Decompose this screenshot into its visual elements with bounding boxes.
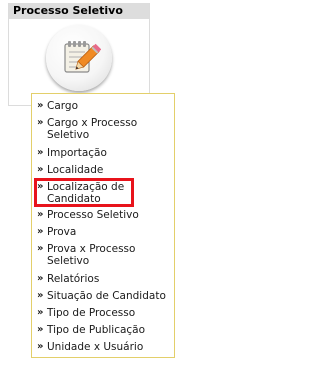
menu-item-label: Situação de Candidato [47, 290, 166, 302]
menu-item-label: Unidade x Usuário [47, 341, 144, 353]
menu-item-label: Tipo de Publicação [47, 324, 146, 336]
bullet-icon: » [37, 100, 44, 111]
menu-item-localizacao-de-candidato[interactable]: » Localização de Candidato [37, 181, 171, 205]
menu-item-label: Tipo de Processo [47, 307, 136, 319]
bullet-icon: » [37, 341, 44, 352]
menu-item-label: Importação [47, 147, 107, 159]
bullet-icon: » [37, 243, 44, 254]
bullet-icon: » [37, 164, 44, 175]
menu-item-label: Relatórios [47, 273, 100, 285]
bullet-icon: » [37, 324, 44, 335]
notepad-pencil-icon-graphic [64, 41, 101, 73]
bullet-icon: » [37, 290, 44, 301]
menu-item-label: Processo Seletivo [47, 209, 139, 221]
module-title: Processo Seletivo [9, 3, 149, 19]
bullet-icon: » [37, 273, 44, 284]
menu-item-prova[interactable]: » Prova [37, 226, 171, 238]
menu-item-tipo-de-publicacao[interactable]: » Tipo de Publicação [37, 324, 171, 336]
bullet-icon: » [37, 147, 44, 158]
bullet-icon: » [37, 117, 44, 128]
menu-item-unidade-x-usuario[interactable]: » Unidade x Usuário [37, 341, 171, 353]
menu-item-cargo[interactable]: » Cargo [37, 100, 171, 112]
menu-item-processo-seletivo[interactable]: » Processo Seletivo [37, 209, 171, 221]
bullet-icon: » [37, 209, 44, 220]
menu-item-label: Cargo [47, 100, 78, 112]
menu-item-importacao[interactable]: » Importação [37, 147, 171, 159]
menu-item-relatorios[interactable]: » Relatórios [37, 273, 171, 285]
bullet-icon: » [37, 307, 44, 318]
menu-item-cargo-x-processo-seletivo[interactable]: » Cargo x Processo Seletivo [37, 117, 171, 141]
page: Processo Seletivo » Cargo » Cargo x Proc… [0, 0, 240, 374]
menu-item-label: Cargo x Processo Seletivo [47, 117, 138, 141]
notepad-pencil-icon[interactable] [46, 25, 112, 91]
bullet-icon: » [37, 181, 44, 192]
menu-item-tipo-de-processo[interactable]: » Tipo de Processo [37, 307, 171, 319]
menu-item-label: Localização de Candidato [47, 181, 125, 205]
menu-item-situacao-de-candidato[interactable]: » Situação de Candidato [37, 290, 171, 302]
menu-item-label: Prova [47, 226, 77, 238]
module-panel: Processo Seletivo [8, 3, 150, 106]
menu-item-label: Prova x Processo Seletivo [47, 243, 136, 267]
menu-item-prova-x-processo-seletivo[interactable]: » Prova x Processo Seletivo [37, 243, 171, 267]
module-dropdown-menu: » Cargo » Cargo x Processo Seletivo » Impor… [31, 93, 175, 358]
menu-item-label: Localidade [47, 164, 104, 176]
bullet-icon: » [37, 226, 44, 237]
menu-item-localidade[interactable]: » Localidade [37, 164, 171, 176]
